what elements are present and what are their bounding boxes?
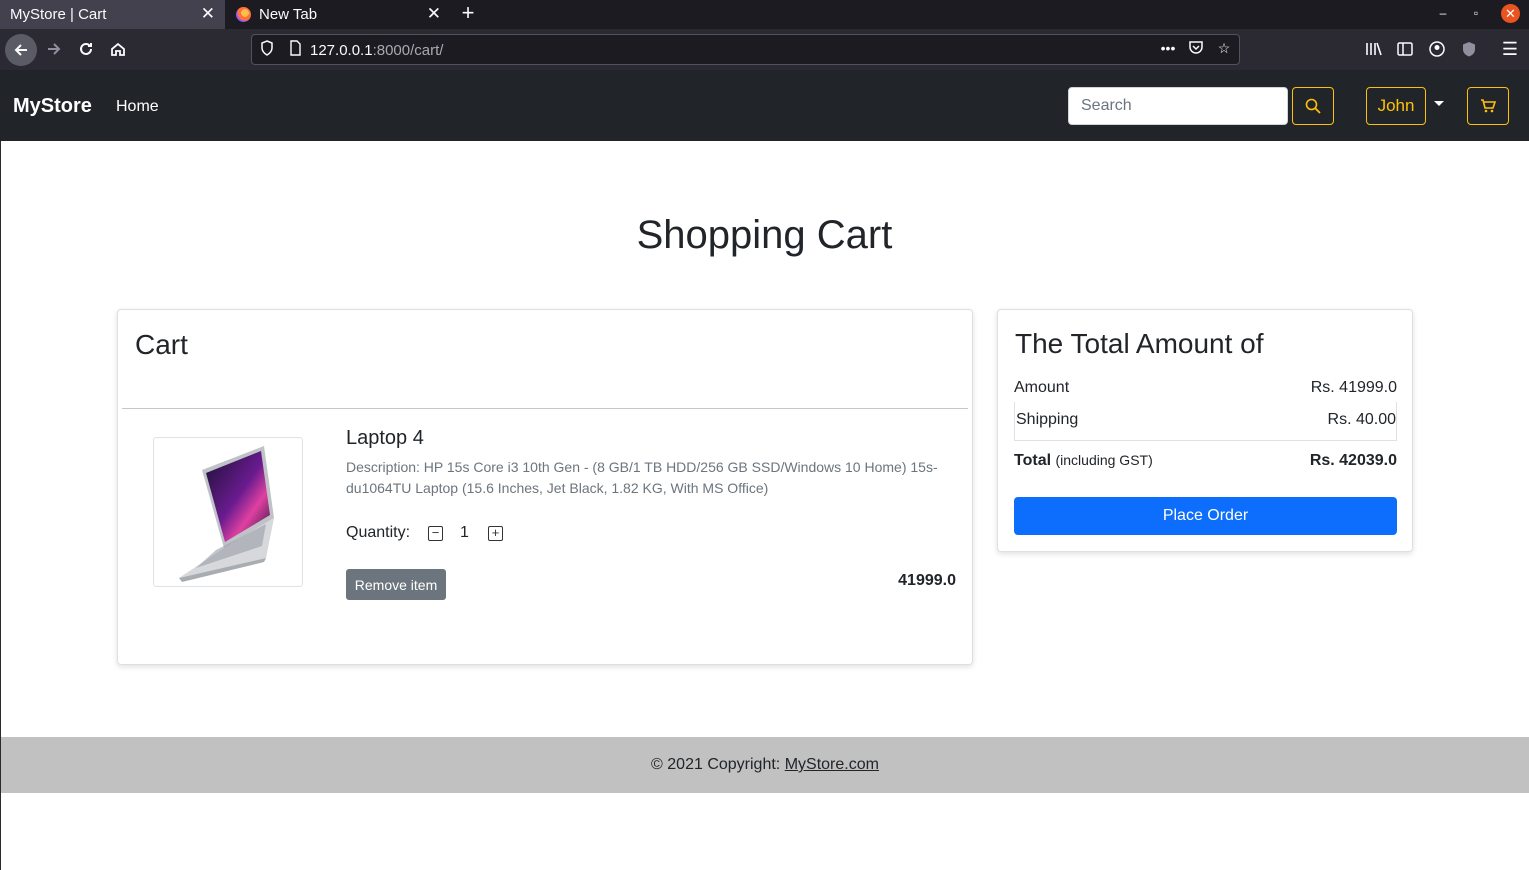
copyright-text: © 2021 Copyright: [651,756,781,773]
url-text[interactable]: 127.0.0.1:8000/cart/ [310,42,443,59]
order-summary-card: The Total Amount of Amount Rs. 41999.0 S… [997,309,1413,552]
browser-tab-bar: MyStore | Cart ✕ New Tab ✕ + – ▫ ✕ [0,0,1529,29]
more-actions-icon[interactable]: ••• [1158,40,1178,56]
tab-new-tab[interactable]: New Tab ✕ [226,0,451,29]
amount-value: Rs. 41999.0 [1310,379,1397,396]
browser-toolbar: 127.0.0.1:8000/cart/ ••• ☆ ☰ [0,29,1529,70]
quantity-value: 1 [460,524,469,541]
quantity-decrease-button[interactable]: − [428,526,443,541]
cart-button[interactable] [1467,87,1509,125]
firefox-icon [236,7,251,22]
total-row: Total (including GST) Rs. 42039.0 [1014,452,1397,470]
url-path: :8000/cart/ [372,42,444,59]
sidebar-icon[interactable] [1391,35,1419,63]
shipping-row: Shipping Rs. 40.00 [1014,402,1397,441]
cart-heading: Cart [135,329,188,360]
reload-icon[interactable] [72,35,100,63]
back-arrow-icon[interactable] [5,34,37,66]
cart-card: Cart Laptop 4 Description: HP 15s Core i… [117,309,973,665]
tab-mystore-cart[interactable]: MyStore | Cart ✕ [0,0,225,29]
search-icon [1305,98,1321,114]
remove-item-button[interactable]: Remove item [346,569,446,600]
search-button[interactable] [1292,87,1334,125]
search-input[interactable] [1068,87,1288,125]
divider [122,408,968,409]
shipping-value: Rs. 40.00 [1327,411,1396,428]
chevron-down-icon[interactable] [1434,101,1444,106]
extension-icon[interactable] [1455,35,1483,63]
minimize-icon[interactable]: – [1435,6,1451,20]
forward-arrow-icon[interactable] [40,35,68,63]
product-description: Description: HP 15s Core i3 10th Gen - (… [346,459,938,496]
amount-label: Amount [1014,379,1070,396]
site-navbar: MyStore Home John [0,70,1529,141]
footer-link[interactable]: MyStore.com [785,756,879,773]
total-value: Rs. 42039.0 [1309,452,1397,469]
summary-heading: The Total Amount of [1015,328,1264,359]
shield-icon[interactable] [257,40,277,59]
quantity-label: Quantity: [346,524,411,541]
total-sublabel: (including GST) [1055,452,1153,468]
close-icon[interactable]: ✕ [427,5,441,23]
shipping-label: Shipping [1016,411,1079,428]
home-icon[interactable] [104,35,132,63]
footer: © 2021 Copyright: MyStore.com [1,737,1529,793]
address-bar[interactable]: 127.0.0.1:8000/cart/ ••• ☆ [251,34,1240,65]
item-price: 41999.0 [898,572,956,589]
total-label: Total [1014,452,1052,469]
place-order-button[interactable]: Place Order [1014,497,1397,535]
amount-row: Amount Rs. 41999.0 [1014,379,1397,397]
library-icon[interactable] [1360,35,1388,63]
quantity-increase-button[interactable]: + [488,526,503,541]
user-menu-button[interactable]: John [1366,87,1426,125]
tab-title: New Tab [259,6,318,23]
page-icon[interactable] [285,40,305,59]
cart-icon [1481,99,1496,113]
url-host: 127.0.0.1 [310,42,373,59]
tab-title: MyStore | Cart [10,6,107,23]
laptop-image [179,446,274,582]
new-tab-plus-icon[interactable]: + [457,2,479,26]
account-icon[interactable] [1423,35,1451,63]
page-title: Shopping Cart [636,213,893,257]
nav-home-link[interactable]: Home [116,98,159,116]
close-icon[interactable]: ✕ [201,5,215,23]
restore-icon[interactable]: ▫ [1468,6,1484,20]
menu-icon[interactable]: ☰ [1496,35,1524,63]
product-image[interactable] [153,437,303,587]
pocket-icon[interactable] [1186,40,1206,58]
product-name[interactable]: Laptop 4 [346,427,424,450]
brand-logo[interactable]: MyStore [13,95,92,118]
window-close-icon[interactable]: ✕ [1501,4,1520,23]
bookmark-star-icon[interactable]: ☆ [1214,40,1234,57]
